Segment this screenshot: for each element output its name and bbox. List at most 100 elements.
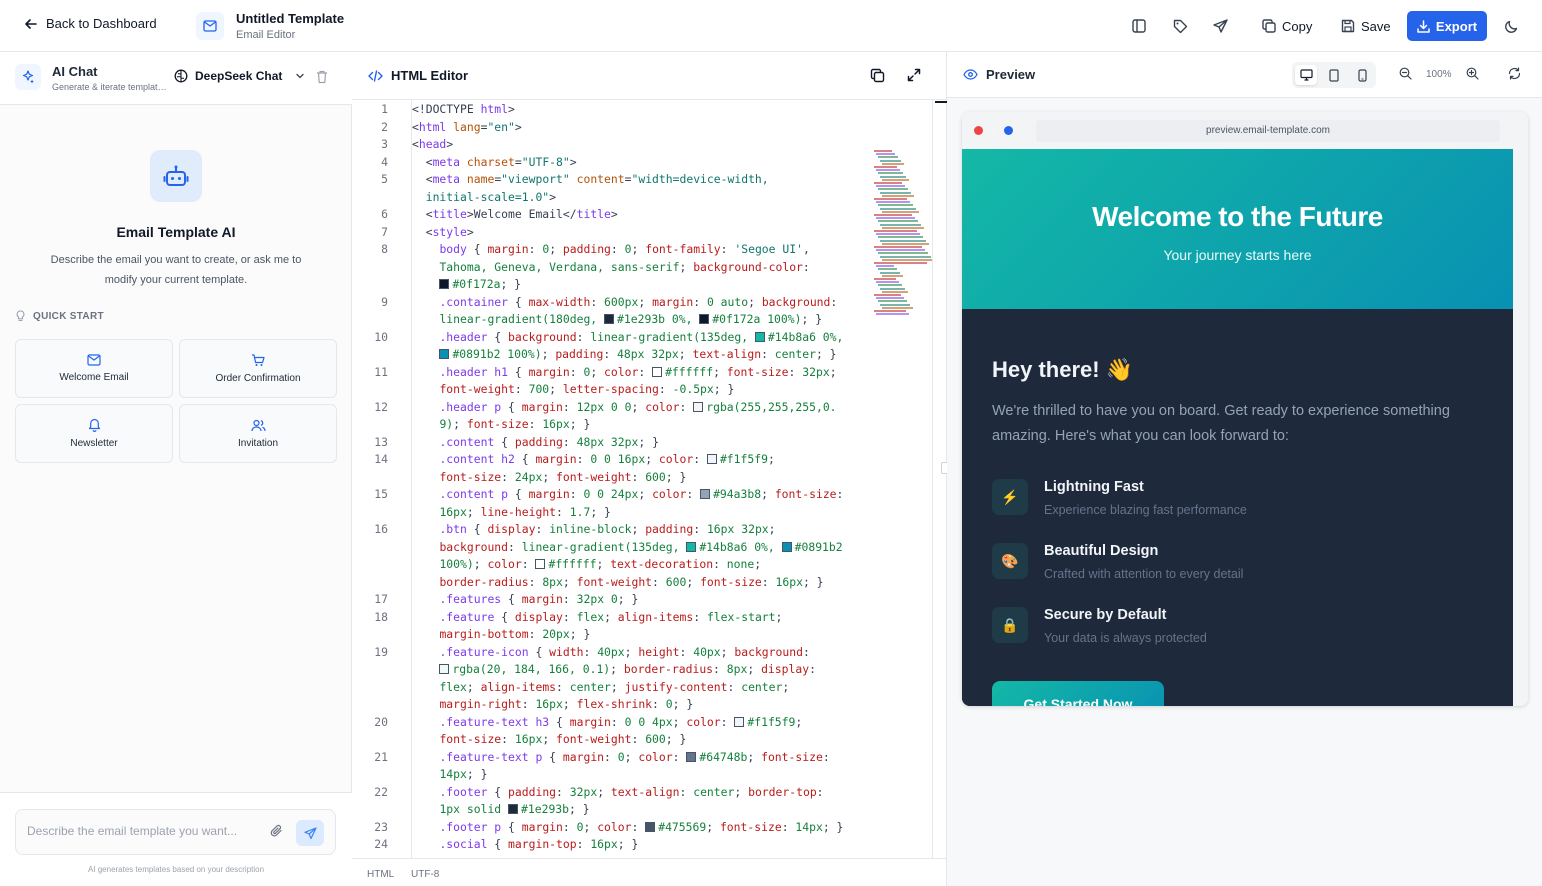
code-line: .footer p { margin: 0; color: #475569; f… xyxy=(439,820,844,834)
code-line: .content { padding: 48px 32px; } xyxy=(439,435,659,449)
line-number: 24 xyxy=(374,837,388,851)
minimap-line xyxy=(876,281,899,284)
model-selector[interactable]: DeepSeek Chat xyxy=(174,69,305,83)
code-line: <!DOCTYPE html> xyxy=(412,102,515,116)
chat-input-area: AI generates templates based on your des… xyxy=(0,792,352,886)
minimap-line xyxy=(880,255,931,258)
template-title[interactable]: Untitled Template xyxy=(236,11,344,26)
feature-item: 🔒 Secure by Default Your data is always … xyxy=(992,603,1492,647)
minimap-line xyxy=(882,242,929,245)
quick-start-welcome-email[interactable]: Welcome Email xyxy=(15,339,173,398)
quick-start-order-confirmation[interactable]: Order Confirmation xyxy=(179,339,337,398)
bell-icon xyxy=(88,418,101,432)
feature-title: Beautiful Design xyxy=(1044,543,1159,559)
editor-status-bar: HTML UTF-8 xyxy=(352,858,947,886)
preview-scrollbar[interactable] xyxy=(1513,149,1528,706)
code-line: .header h1 { margin: 0; color: #ffffff; … xyxy=(439,365,837,379)
copy-button[interactable]: Copy xyxy=(1262,15,1312,37)
assistant-title: Email Template AI xyxy=(116,224,236,240)
zoom-out-icon[interactable] xyxy=(1399,67,1412,80)
minimap-line xyxy=(876,153,895,156)
minimap-line xyxy=(878,236,923,239)
minimap-line xyxy=(874,166,897,168)
code-line: <html lang="en"> xyxy=(412,120,522,134)
chat-input[interactable] xyxy=(27,824,257,838)
editor-scroll-thumb[interactable] xyxy=(935,101,947,103)
feature-title: Lightning Fast xyxy=(1044,479,1144,495)
code-line: .header { background: linear-gradient(13… xyxy=(439,330,844,344)
editor-title: HTML Editor xyxy=(368,68,468,83)
quick-start-invitation[interactable]: Invitation xyxy=(179,404,337,463)
save-icon xyxy=(1341,19,1355,33)
encoding-label: UTF-8 xyxy=(411,869,440,880)
desktop-view-button[interactable] xyxy=(1295,65,1317,85)
line-number: 20 xyxy=(374,715,388,729)
send-icon xyxy=(303,826,317,840)
html-editor-panel: HTML Editor 1 2 3 4 5 6 7 8 9 10 11 12 13 14 15 16 17 18 1… xyxy=(352,52,947,886)
mobile-view-button[interactable] xyxy=(1351,65,1373,85)
lock-icon: 🔒 xyxy=(992,607,1028,643)
moon-icon[interactable] xyxy=(1500,15,1522,37)
code-area[interactable]: 1 2 3 4 5 6 7 8 9 10 11 12 13 14 15 16 17 18 19 20 21 22 23 24 … xyxy=(352,100,932,858)
minimap-line xyxy=(882,178,909,181)
code-line: .features { margin: 32px 0; } xyxy=(439,592,639,606)
minimap-line xyxy=(880,271,900,274)
minimap-line xyxy=(880,287,905,290)
minimap-line xyxy=(874,246,922,248)
minimap-line xyxy=(882,226,924,229)
save-button[interactable]: Save xyxy=(1341,15,1391,37)
zoom-level: 100% xyxy=(1426,69,1452,80)
code-line: flex; align-items: center; justify-conte… xyxy=(439,680,790,694)
get-started-button[interactable]: Get Started Now xyxy=(992,681,1164,706)
monitor-icon xyxy=(1299,69,1313,81)
send-message-button[interactable] xyxy=(296,820,324,846)
minimap-line xyxy=(882,290,908,293)
line-number: 6 xyxy=(381,207,388,221)
export-label: Export xyxy=(1435,18,1478,34)
minimap-line xyxy=(874,294,901,296)
eye-icon xyxy=(963,69,978,80)
code-line: .footer { padding: 32px; text-align: cen… xyxy=(439,785,824,799)
code-line: background: linear-gradient(135deg, #14b… xyxy=(439,540,843,554)
code-line: font-weight: 700; letter-spacing: -0.5px… xyxy=(439,382,735,396)
expand-icon[interactable] xyxy=(907,68,921,82)
zoom-in-icon[interactable] xyxy=(1466,67,1479,80)
feature-description: Your data is always protected xyxy=(1044,631,1207,645)
line-number: 18 xyxy=(374,610,388,624)
code-line: 14px; } xyxy=(439,767,488,781)
line-number: 23 xyxy=(374,820,388,834)
minimap-line xyxy=(874,150,892,152)
code-line: .feature-icon { width: 40px; height: 40p… xyxy=(439,645,810,659)
minimap-line xyxy=(882,306,913,309)
cart-icon xyxy=(251,353,265,367)
back-to-dashboard-button[interactable]: Back to Dashboard xyxy=(24,16,157,31)
editor-scrollbar[interactable] xyxy=(932,100,947,858)
model-name: DeepSeek Chat xyxy=(195,69,283,83)
line-number: 4 xyxy=(381,155,388,169)
line-number: 10 xyxy=(374,330,388,344)
trash-icon[interactable] xyxy=(316,70,328,84)
window-close-dot xyxy=(974,126,983,135)
minimap-line xyxy=(880,175,906,178)
chat-subtitle: Generate & iterate templates xyxy=(52,82,167,92)
line-number: 5 xyxy=(381,172,388,186)
paperclip-icon[interactable] xyxy=(270,824,283,838)
email-preview[interactable]: Welcome to the Future Your journey start… xyxy=(962,149,1513,706)
brain-icon xyxy=(174,69,188,83)
line-number: 11 xyxy=(374,365,388,379)
quick-start-label: Newsletter xyxy=(70,438,118,449)
email-header-subtitle: Your journey starts here xyxy=(1163,247,1312,263)
panel-toggle-icon[interactable] xyxy=(1128,15,1150,37)
refresh-icon[interactable] xyxy=(1508,67,1521,80)
tablet-view-button[interactable] xyxy=(1323,65,1345,85)
minimap-line xyxy=(878,300,907,303)
code-line: .social { margin-top: 16px; } xyxy=(439,837,639,851)
line-number: 16 xyxy=(374,522,388,536)
code-minimap[interactable] xyxy=(874,150,932,320)
code-line: .btn { display: inline-block; padding: 1… xyxy=(439,522,776,536)
tag-icon[interactable] xyxy=(1169,15,1191,37)
send-icon[interactable] xyxy=(1209,15,1231,37)
copy-code-icon[interactable] xyxy=(870,68,885,83)
export-button[interactable]: Export xyxy=(1407,11,1487,41)
quick-start-newsletter[interactable]: Newsletter xyxy=(15,404,173,463)
